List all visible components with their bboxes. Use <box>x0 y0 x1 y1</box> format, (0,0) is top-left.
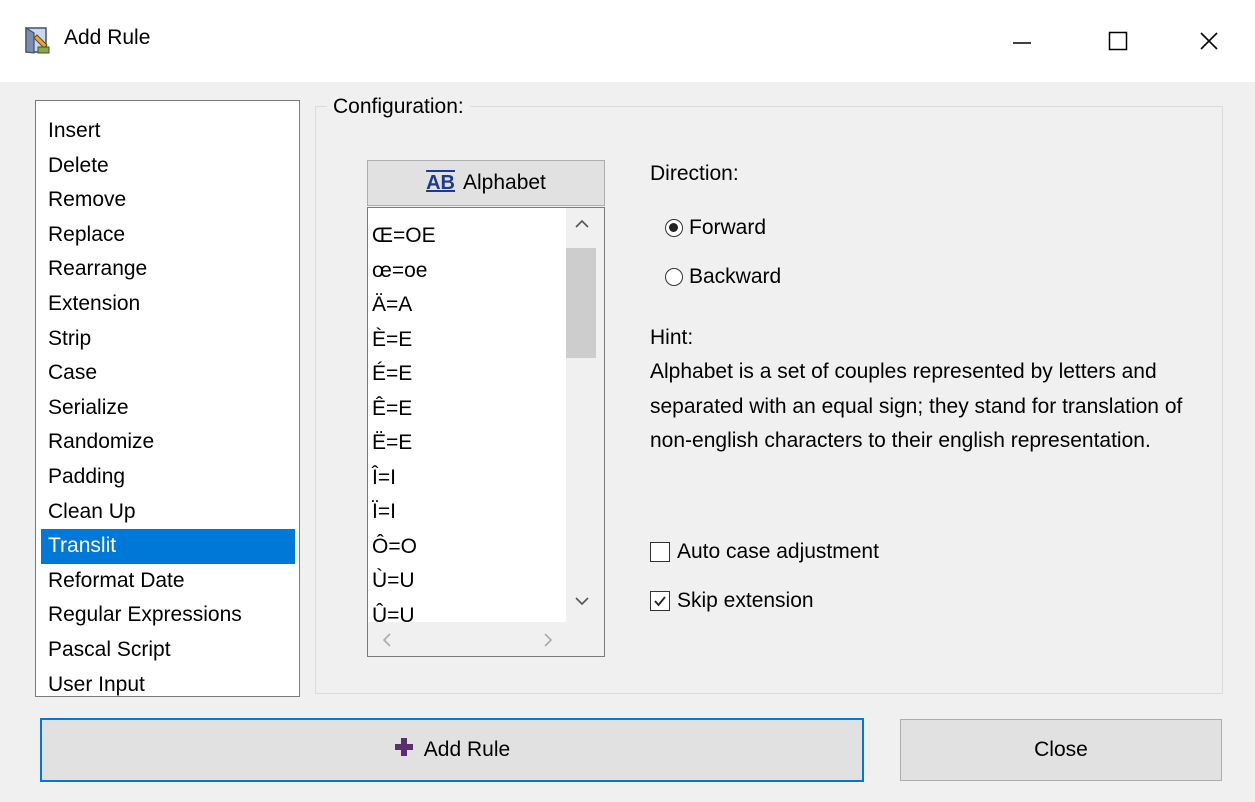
rule-item[interactable]: Serialize <box>41 391 295 426</box>
rule-item[interactable]: Case <box>41 356 295 391</box>
rule-item[interactable]: Extension <box>41 287 295 322</box>
scroll-right-icon[interactable] <box>543 633 553 652</box>
rule-item[interactable]: Insert <box>41 114 295 149</box>
alphabet-item[interactable]: É=E <box>368 357 566 392</box>
rule-list[interactable]: Insert Delete Remove Replace Rearrange Extens… <box>35 100 300 697</box>
alphabet-item[interactable]: Œ=OE <box>368 219 566 254</box>
close-button-label: Close <box>1034 738 1088 761</box>
title-bar: Add Rule <box>0 0 1255 82</box>
scroll-thumb[interactable] <box>566 248 596 358</box>
alphabet-item[interactable]: Ù=U <box>368 564 566 599</box>
alphabet-item[interactable]: œ=oe <box>368 254 566 289</box>
close-window-button[interactable] <box>1163 0 1255 82</box>
auto-case-adjustment-label: Auto case adjustment <box>677 540 879 563</box>
rule-item[interactable]: User Input <box>41 668 295 703</box>
horizontal-scrollbar[interactable] <box>368 622 604 656</box>
alphabet-item[interactable]: Î=I <box>368 461 566 496</box>
alphabet-item[interactable]: Ô=O <box>368 530 566 565</box>
rule-item[interactable]: Clean Up <box>41 495 295 530</box>
skip-extension-checkbox[interactable]: Skip extension <box>650 586 814 616</box>
alphabet-item[interactable]: Ë=E <box>368 426 566 461</box>
plus-icon <box>394 737 414 763</box>
radio-forward-indicator[interactable] <box>665 219 683 237</box>
radio-forward-label: Forward <box>689 216 767 239</box>
vertical-scrollbar[interactable] <box>566 208 604 622</box>
alphabet-item[interactable]: Ê=E <box>368 392 566 427</box>
scroll-up-icon[interactable] <box>575 216 589 234</box>
scroll-down-icon[interactable] <box>575 593 589 611</box>
rule-item[interactable]: Delete <box>41 149 295 184</box>
minimize-icon <box>1013 42 1031 44</box>
radio-backward-indicator[interactable] <box>665 268 683 286</box>
rule-item[interactable]: Translit <box>41 529 295 564</box>
rule-item[interactable]: Rearrange <box>41 252 295 287</box>
rule-item[interactable]: Randomize <box>41 425 295 460</box>
rule-item[interactable]: Replace <box>41 218 295 253</box>
radio-backward[interactable]: Backward <box>665 262 781 292</box>
radio-forward[interactable]: Forward <box>665 213 766 243</box>
skip-extension-box[interactable] <box>650 591 670 611</box>
rule-item[interactable]: Strip <box>41 322 295 357</box>
add-rule-button[interactable]: Add Rule <box>40 718 864 782</box>
hint-label: Hint: <box>650 326 694 349</box>
alphabet-item[interactable]: Û=U <box>368 599 566 624</box>
maximize-icon <box>1108 31 1128 51</box>
direction-label: Direction: <box>650 162 739 185</box>
rule-item[interactable]: Regular Expressions <box>41 598 295 633</box>
alphabet-item[interactable]: Ï=I <box>368 495 566 530</box>
rule-item[interactable]: Padding <box>41 460 295 495</box>
minimize-button[interactable] <box>976 0 1068 82</box>
close-button[interactable]: Close <box>900 719 1222 781</box>
alphabet-items: Œ=OE œ=oe Ä=A È=E É=E Ê=E Ë=E Î=I Ï=I Ô=O Ù=U Û=U <box>368 219 566 623</box>
rule-item[interactable]: Pascal Script <box>41 633 295 668</box>
alphabet-button-label: Alphabet <box>462 171 546 194</box>
auto-case-adjustment-box[interactable] <box>650 542 670 562</box>
add-rule-label: Add Rule <box>423 738 511 761</box>
app-icon <box>22 25 52 55</box>
alphabet-icon: AB <box>426 171 455 194</box>
hint-text: Alphabet is a set of couples represented… <box>650 360 1183 452</box>
rule-item[interactable]: Reformat Date <box>41 564 295 599</box>
scroll-left-icon[interactable] <box>382 633 392 652</box>
rule-item[interactable]: Remove <box>41 183 295 218</box>
radio-backward-label: Backward <box>689 265 782 288</box>
auto-case-adjustment-checkbox[interactable]: Auto case adjustment <box>650 537 879 567</box>
maximize-button[interactable] <box>1072 0 1164 82</box>
skip-extension-label: Skip extension <box>677 589 814 612</box>
configuration-label: Configuration: <box>327 95 470 119</box>
alphabet-button[interactable]: AB Alphabet <box>367 160 605 206</box>
window-title: Add Rule <box>64 26 151 49</box>
alphabet-item[interactable]: È=E <box>368 323 566 358</box>
alphabet-list[interactable]: Œ=OE œ=oe Ä=A È=E É=E Ê=E Ë=E Î=I Ï=I Ô=O Ù=U Û=U <box>367 207 605 657</box>
alphabet-item[interactable]: Ä=A <box>368 288 566 323</box>
close-icon <box>1200 32 1218 50</box>
